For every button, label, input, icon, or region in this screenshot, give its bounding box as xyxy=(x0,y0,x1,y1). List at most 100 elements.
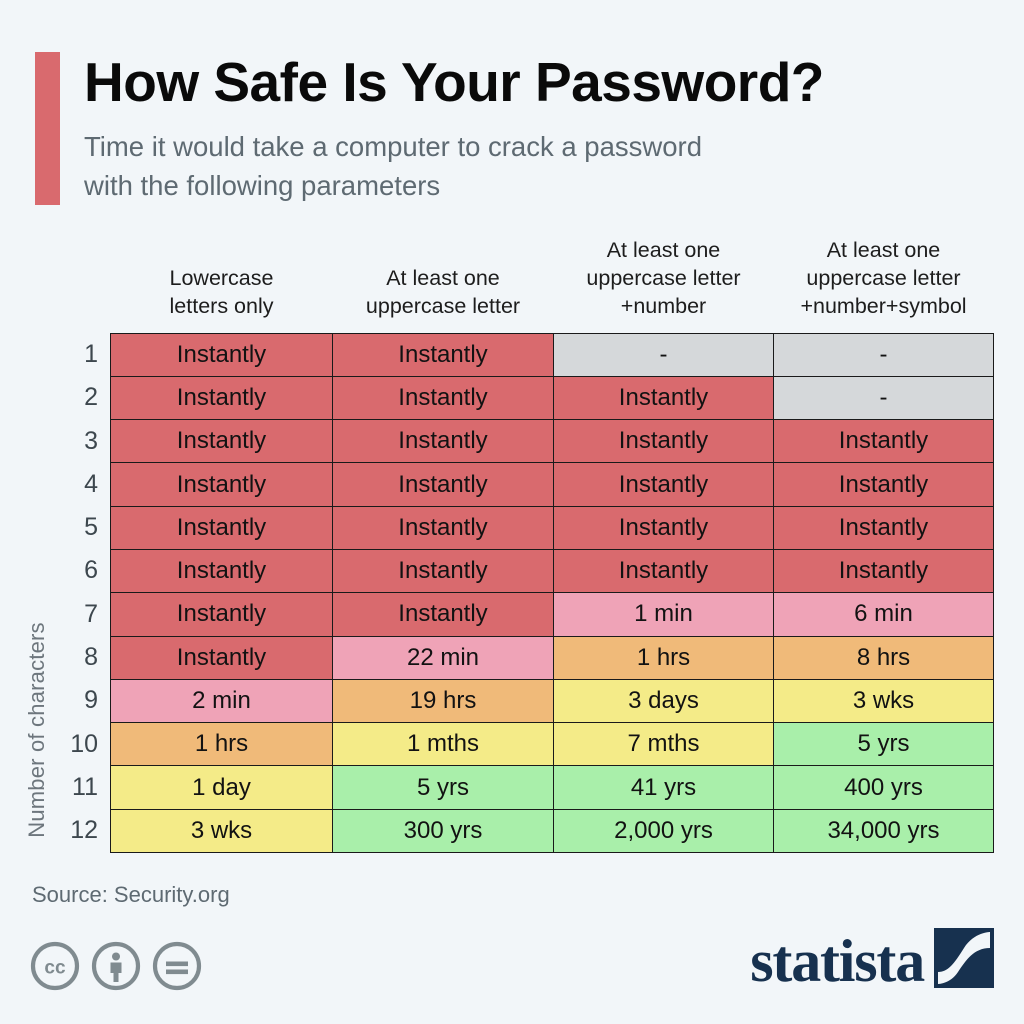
row-label-8: 8 xyxy=(84,643,98,672)
cell-r9-c3: 3 days xyxy=(553,678,774,724)
column-header-1: At least one uppercase letter xyxy=(333,228,554,333)
cell-r3-c2: Instantly xyxy=(332,419,554,464)
row-label-1: 1 xyxy=(84,340,98,368)
cell-r5-c3: Instantly xyxy=(553,505,774,550)
table-row: 1 day 5 yrs 41 yrs 400 yrs xyxy=(110,765,994,810)
cell-r10-c3: 7 mths xyxy=(553,722,774,767)
column-header-line: At least one xyxy=(606,237,721,262)
header-text-group: How Safe Is Your Password? Time it would… xyxy=(84,52,824,205)
table-row: Instantly Instantly 1 min 6 min xyxy=(110,592,994,637)
cell-r11-c1: 1 day xyxy=(110,765,333,810)
header-row: Lowercase letters only At least one upperca… xyxy=(111,228,994,333)
cc-icon: cc xyxy=(30,941,80,996)
cell-r7-c2: Instantly xyxy=(332,592,554,637)
cell-r1-c2: Instantly xyxy=(332,332,554,377)
source-note: Source: Security.org xyxy=(32,882,230,907)
cell-r9-c2: 19 hrs xyxy=(332,678,554,724)
cell-r12-c3: 2,000 yrs xyxy=(553,808,774,854)
creative-commons-badges: cc xyxy=(30,941,202,996)
matrix-header: Lowercase letters only At least one upperca… xyxy=(111,228,994,333)
cell-r8-c1: Instantly xyxy=(110,635,333,680)
column-header-line: +number+symbol xyxy=(800,293,967,318)
cell-r1-c3: - xyxy=(553,332,774,377)
cell-r8-c3: 1 hrs xyxy=(553,635,774,680)
cell-r7-c1: Instantly xyxy=(110,592,333,637)
cell-r5-c1: Instantly xyxy=(110,505,333,550)
cell-r4-c3: Instantly xyxy=(553,462,774,507)
row-label-10: 10 xyxy=(70,729,98,758)
table-row: Instantly Instantly Instantly - xyxy=(110,375,994,421)
row-label-4: 4 xyxy=(84,469,98,498)
cell-r1-c4: - xyxy=(773,332,994,377)
cell-r1-c1: Instantly xyxy=(110,332,333,377)
cell-r12-c4: 34,000 yrs xyxy=(773,808,994,854)
cell-r12-c1: 3 wks xyxy=(110,808,333,854)
column-header-line: At least one xyxy=(826,237,941,262)
table-row: Instantly Instantly Instantly Instantly xyxy=(110,419,994,464)
cell-r12-c2: 300 yrs xyxy=(332,808,554,854)
cell-r3-c1: Instantly xyxy=(110,419,333,464)
cell-r6-c3: Instantly xyxy=(553,548,774,594)
column-header-2: At least one uppercase letter +number xyxy=(554,228,774,333)
cell-r9-c1: 2 min xyxy=(110,678,333,724)
matrix-body: Instantly Instantly - - Instantly Instantly In… xyxy=(110,332,994,854)
cell-r8-c2: 22 min xyxy=(332,635,554,680)
cell-r5-c4: Instantly xyxy=(773,505,994,550)
table-row: 1 hrs 1 mths 7 mths 5 yrs xyxy=(110,722,994,767)
cell-r3-c3: Instantly xyxy=(553,419,774,464)
svg-text:cc: cc xyxy=(44,958,66,979)
column-header-line: At least one xyxy=(386,265,500,290)
cell-r2-c2: Instantly xyxy=(332,375,554,421)
table-row: Instantly Instantly - - xyxy=(110,332,994,377)
table-row: Instantly Instantly Instantly Instantly xyxy=(110,548,994,594)
table-row: Instantly Instantly Instantly Instantly xyxy=(110,505,994,550)
table-row: 2 min 19 hrs 3 days 3 wks xyxy=(110,678,994,724)
cell-r6-c4: Instantly xyxy=(773,548,994,594)
cell-r7-c4: 6 min xyxy=(773,592,994,637)
cell-r5-c2: Instantly xyxy=(332,505,554,550)
table-row: Instantly Instantly Instantly Instantly xyxy=(110,462,994,507)
table-row: Instantly 22 min 1 hrs 8 hrs xyxy=(110,635,994,680)
cell-r2-c4: - xyxy=(773,375,994,421)
cc-nd-icon xyxy=(152,941,202,996)
page-title: How Safe Is Your Password? xyxy=(84,51,824,113)
cc-by-icon xyxy=(91,941,141,996)
header: How Safe Is Your Password? Time it would… xyxy=(35,52,995,206)
cell-r4-c1: Instantly xyxy=(110,462,333,507)
cell-r4-c4: Instantly xyxy=(773,462,994,507)
cell-r4-c2: Instantly xyxy=(332,462,554,507)
statista-logo: statista xyxy=(750,928,994,993)
cell-r2-c3: Instantly xyxy=(553,375,774,421)
row-label-column: 1 2 3 4 5 6 7 8 9 10 11 12 xyxy=(30,333,98,853)
column-header-line: uppercase letter xyxy=(586,265,741,290)
cell-r2-c1: Instantly xyxy=(110,375,333,421)
matrix-table: Lowercase letters only At least one upperca… xyxy=(110,228,994,854)
cell-r8-c4: 8 hrs xyxy=(773,635,994,680)
column-header-3: At least one uppercase letter +number+symb… xyxy=(774,228,994,333)
column-header-line: Lowercase xyxy=(169,265,274,290)
column-header-0: Lowercase letters only xyxy=(111,228,333,333)
cell-r6-c1: Instantly xyxy=(110,548,333,594)
page-subtitle: Time it would take a computer to crack a… xyxy=(84,131,702,202)
row-label-5: 5 xyxy=(84,513,98,542)
cell-r11-c2: 5 yrs xyxy=(332,765,554,810)
table-row: 3 wks 300 yrs 2,000 yrs 34,000 yrs xyxy=(110,808,994,854)
cell-r6-c2: Instantly xyxy=(332,548,554,594)
cell-r11-c4: 400 yrs xyxy=(773,765,994,810)
statista-wordmark: statista xyxy=(750,927,925,994)
row-label-3: 3 xyxy=(84,426,98,455)
cell-r10-c1: 1 hrs xyxy=(110,722,333,767)
row-label-9: 9 xyxy=(84,686,98,715)
row-label-11: 11 xyxy=(72,772,98,801)
statista-mark-icon xyxy=(934,928,994,993)
cell-r9-c4: 3 wks xyxy=(773,678,994,724)
column-header-line: letters only xyxy=(169,293,274,318)
accent-bar xyxy=(35,52,60,206)
cell-r10-c2: 1 mths xyxy=(332,722,554,767)
column-header-line: uppercase letter xyxy=(365,293,521,318)
row-label-6: 6 xyxy=(84,556,98,585)
column-header-line: +number xyxy=(620,293,707,318)
cell-r10-c4: 5 yrs xyxy=(773,722,994,767)
cell-r7-c3: 1 min xyxy=(553,592,774,637)
cell-r11-c3: 41 yrs xyxy=(553,765,774,810)
